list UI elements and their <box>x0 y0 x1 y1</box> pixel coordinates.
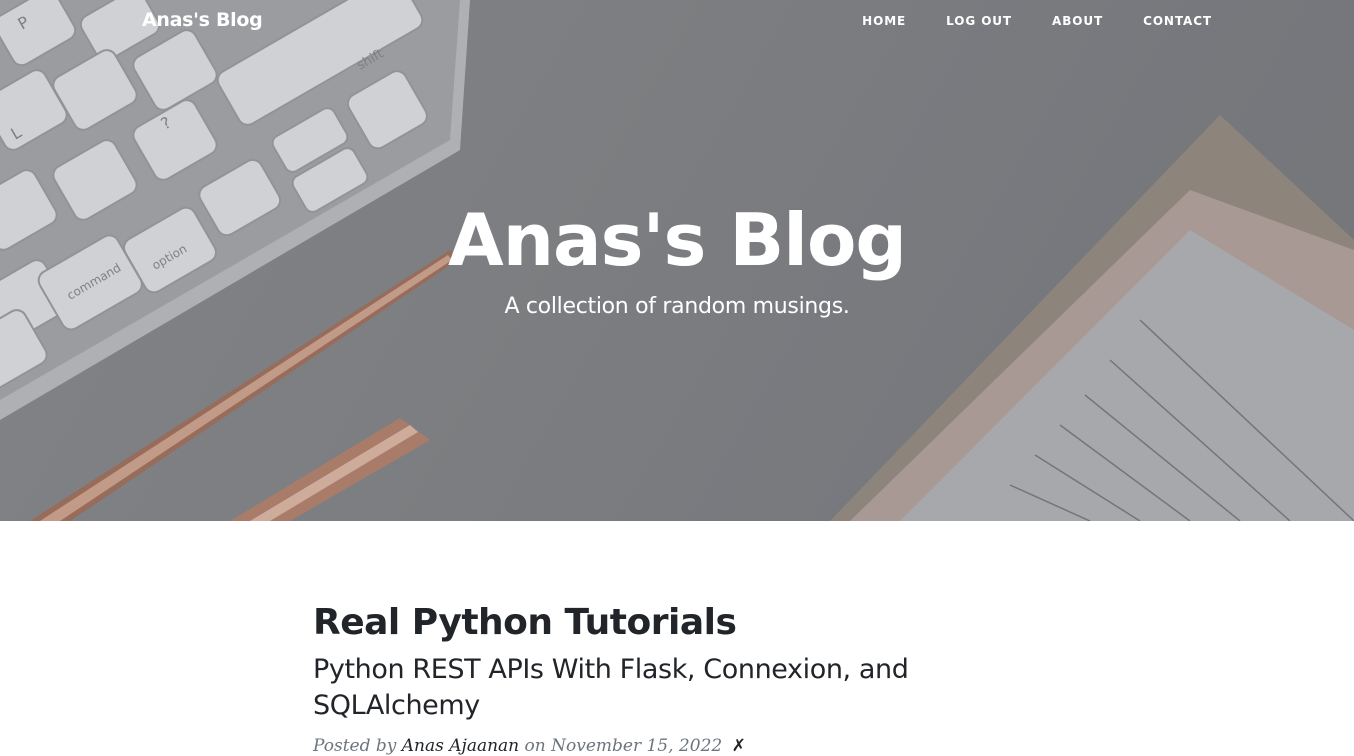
post-meta: Posted by Anas Ajaanan on November 15, 2… <box>313 736 1073 756</box>
posted-by-label: Posted by <box>313 736 397 756</box>
brand-link[interactable]: Anas's Blog <box>142 9 263 31</box>
nav-home-link[interactable]: Home <box>862 14 906 28</box>
hero-header: P shift command option L ? Anas's Blog H… <box>0 0 1354 521</box>
on-label: on <box>524 736 546 756</box>
nav-links: Home Log Out About Contact <box>822 14 1212 28</box>
nav-contact-link[interactable]: Contact <box>1143 14 1212 28</box>
post-title-link[interactable]: Real Python Tutorials <box>313 600 1073 646</box>
site-heading: Anas's Blog A collection of random musin… <box>0 196 1354 319</box>
delete-post-icon[interactable]: ✗ <box>732 736 746 756</box>
post-preview: Real Python Tutorials Python REST APIs W… <box>313 600 1073 756</box>
post-subtitle-link[interactable]: Python REST APIs With Flask, Connexion, … <box>313 652 1073 724</box>
navbar: Anas's Blog Home Log Out About Contact <box>0 0 1354 44</box>
nav-about-link[interactable]: About <box>1052 14 1103 28</box>
site-subtitle: A collection of random musings. <box>504 294 850 319</box>
site-title: Anas's Blog <box>448 198 907 282</box>
post-list: Real Python Tutorials Python REST APIs W… <box>313 600 1073 756</box>
nav-logout-link[interactable]: Log Out <box>946 14 1012 28</box>
post-date: November 15, 2022 <box>551 736 723 756</box>
post-author-link[interactable]: Anas Ajaanan <box>402 736 519 756</box>
